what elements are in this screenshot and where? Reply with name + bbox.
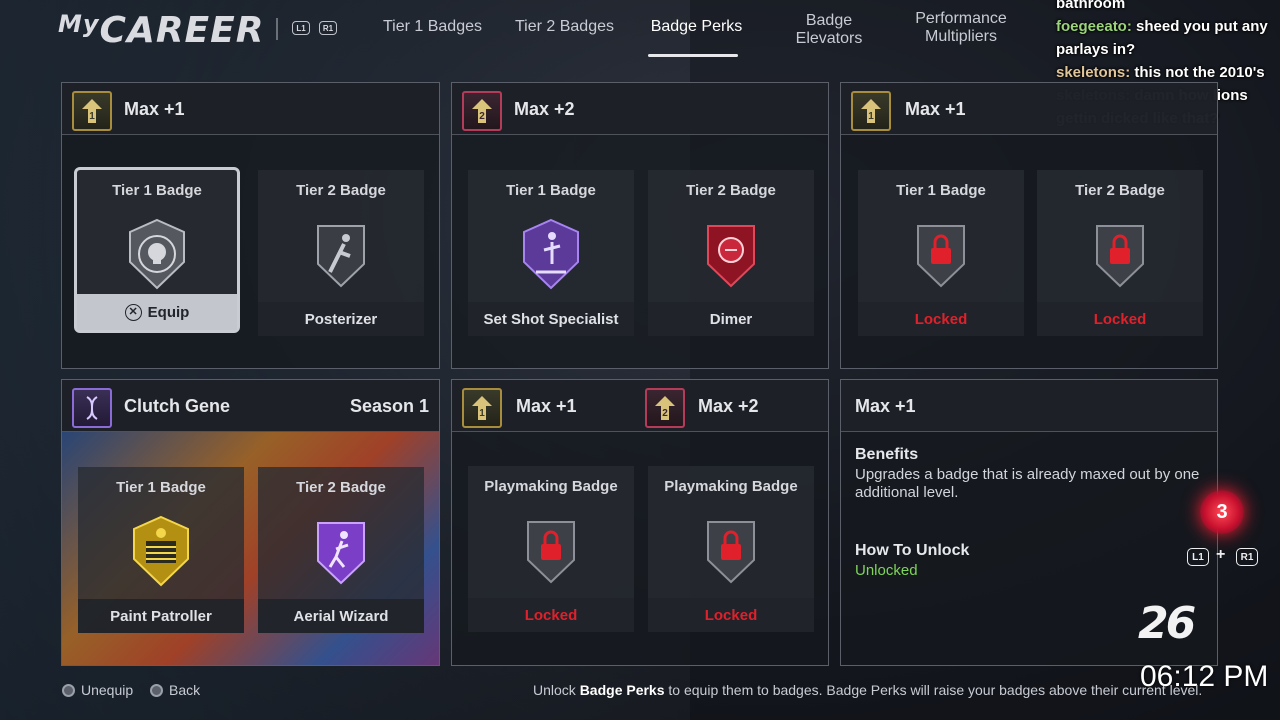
max-plus-1-perk-icon: 1	[851, 91, 891, 131]
r1-button-icon: R1	[1236, 548, 1258, 566]
panel-title: Max +2	[514, 99, 575, 119]
nba2k26-logo: 26	[1138, 598, 1196, 649]
lock-icon	[917, 225, 965, 288]
tier2-badge-slot[interactable]: Tier 2 Badge Dimer	[648, 170, 814, 336]
unlock-status: Unlocked	[855, 562, 918, 579]
lock-icon	[527, 521, 575, 584]
svg-text:1: 1	[479, 408, 485, 419]
skull-target-badge-icon	[129, 218, 185, 290]
panel-header: Max +1	[841, 380, 1217, 432]
equip-button[interactable]: ✕ Equip	[77, 294, 237, 330]
benefits-heading: Benefits	[855, 446, 919, 463]
max-plus-1-perk-icon: 1	[462, 388, 502, 428]
aerial-wizard-badge-icon	[317, 522, 365, 585]
l1-button-icon: L1	[1187, 548, 1209, 566]
combo-plus: +	[1216, 546, 1226, 563]
svg-text:2: 2	[479, 111, 485, 122]
perk-panel-max-plus-1: 1 Max +1 Tier 1 Badge ✕ Equip Tier 2 Badg…	[61, 82, 440, 369]
panel-title: Max +1	[516, 396, 577, 416]
perk-panel-clutch-gene: Clutch Gene Season 1 Tier 1 Badge Paint …	[61, 379, 440, 666]
back-action[interactable]: Back	[150, 682, 200, 698]
tier1-badge-slot[interactable]: Tier 1 Badge ✕ Equip	[74, 167, 240, 333]
header-divider	[276, 18, 278, 40]
playmaking-badge-slot[interactable]: Playmaking Badge Locked	[648, 466, 814, 632]
tab-performance-multipliers[interactable]: Performance Multipliers	[898, 10, 1024, 46]
panel-title: Max +1	[855, 396, 916, 416]
tier1-badge-slot[interactable]: Tier 1 Badge Paint Patroller	[78, 467, 244, 633]
unequip-action[interactable]: Unequip	[62, 682, 133, 698]
cross-button-icon: ✕	[124, 303, 142, 321]
chat-message: foegeeato: sheed you put any parlays in?	[1056, 18, 1268, 58]
set-shot-badge-icon	[523, 218, 579, 290]
how-to-unlock-heading: How To Unlock	[855, 542, 970, 559]
panel-title: Clutch Gene	[124, 396, 231, 416]
svg-text:1: 1	[89, 111, 95, 122]
tier2-badge-slot[interactable]: Tier 2 Badge Posterizer	[258, 170, 424, 336]
perk-panel-max-plus-1-locked: 1 Max +1 Tier 1 Badge Locked Tier 2 Badg…	[840, 82, 1218, 369]
tab-badge-elevators[interactable]: Badge Elevators	[785, 12, 873, 48]
tier2-badge-slot[interactable]: Tier 2 Badge Aerial Wizard	[258, 467, 424, 633]
panel-header: 1 Max +1	[841, 83, 1217, 135]
square-button-icon	[62, 683, 75, 697]
panel-title: Max +1	[905, 99, 966, 119]
svg-text:1: 1	[868, 111, 874, 122]
perk-panel-playmaking: 1 Max +1 2 Max +2 Playmaking Badge Locke…	[451, 379, 829, 666]
chat-fragment: bathroom	[1056, 0, 1126, 12]
season-label: Season 1	[349, 396, 429, 416]
panel-header: 1 Max +1	[62, 83, 439, 135]
panel-header: 1 Max +1 2 Max +2	[452, 380, 828, 432]
perk-panel-max-plus-2: 2 Max +2 Tier 1 Badge Set Shot Specialis…	[451, 82, 829, 369]
mycareer-logo: MyCAREER	[58, 10, 265, 51]
svg-text:2: 2	[662, 408, 668, 419]
tab-badge-perks[interactable]: Badge Perks	[646, 18, 747, 36]
paint-patroller-badge-icon	[133, 515, 189, 587]
lock-icon	[1096, 225, 1144, 288]
tab-tier2-badges[interactable]: Tier 2 Badges	[511, 18, 618, 36]
tier1-badge-slot[interactable]: Tier 1 Badge Locked	[858, 170, 1024, 336]
max-plus-2-perk-icon: 2	[462, 91, 502, 131]
panel-header: Clutch Gene Season 1	[62, 380, 439, 432]
lock-icon	[707, 521, 755, 584]
footer-hint: Unlock Badge Perks to equip them to badg…	[533, 682, 1203, 698]
clutch-gene-perk-icon	[72, 388, 112, 428]
active-tab-indicator	[648, 54, 738, 57]
chat-message: skeletons: this not the 2010's	[1056, 64, 1265, 81]
benefits-text: Upgrades a badge that is already maxed o…	[855, 466, 1200, 501]
badge-points-indicator: 3	[1200, 490, 1244, 534]
posterizer-badge-icon	[317, 225, 365, 288]
max-plus-2-perk-icon: 2	[645, 388, 685, 428]
dimer-badge-icon	[707, 225, 755, 288]
r1-shoulder-button-icon[interactable]: R1	[319, 21, 337, 35]
max-plus-1-perk-icon: 1	[72, 91, 112, 131]
panel-title: Max +1	[124, 99, 185, 119]
tier2-badge-slot[interactable]: Tier 2 Badge Locked	[1037, 170, 1203, 336]
tier1-badge-slot[interactable]: Tier 1 Badge Set Shot Specialist	[468, 170, 634, 336]
circle-button-icon	[150, 683, 163, 697]
panel-title-secondary: Max +2	[698, 396, 759, 416]
panel-header: 2 Max +2	[452, 83, 828, 135]
playmaking-badge-slot[interactable]: Playmaking Badge Locked	[468, 466, 634, 632]
l1-shoulder-button-icon[interactable]: L1	[292, 21, 310, 35]
tab-tier1-badges[interactable]: Tier 1 Badges	[380, 18, 485, 36]
